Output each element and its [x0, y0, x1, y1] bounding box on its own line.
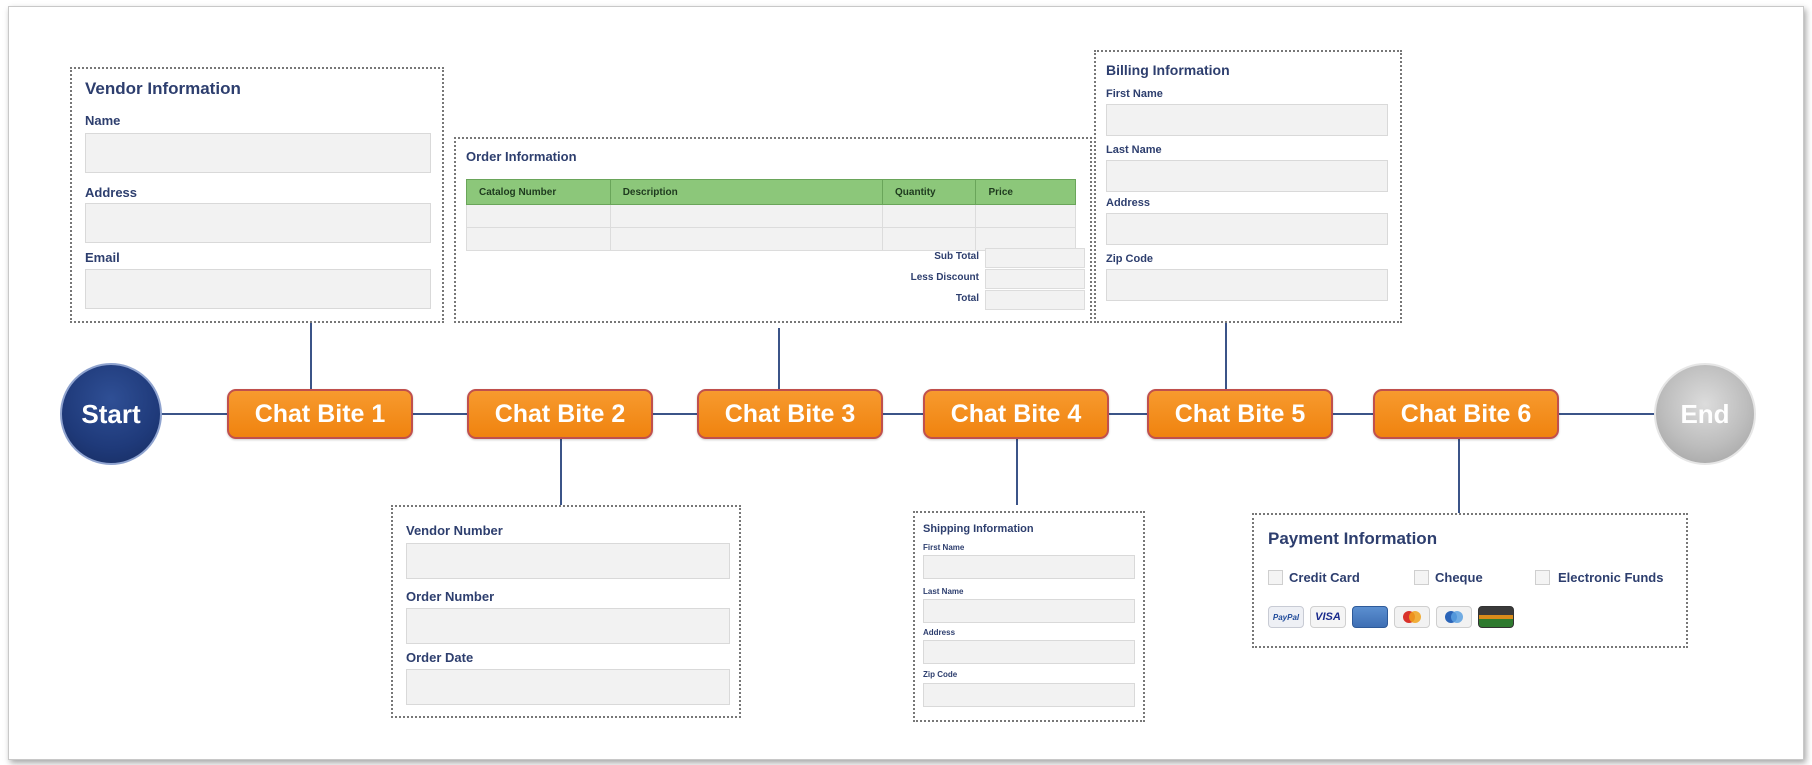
connector-bite-1 — [310, 323, 312, 391]
field-label: First Name — [1106, 88, 1163, 100]
chat-bite-5[interactable]: Chat Bite 5 — [1147, 389, 1333, 439]
electronic-funds-checkbox[interactable] — [1535, 570, 1550, 585]
table-cell[interactable] — [609, 227, 884, 251]
cheque-checkbox[interactable] — [1414, 570, 1429, 585]
visa-icon: VISA — [1310, 606, 1346, 628]
chat-bite-label: Chat Bite 3 — [724, 399, 856, 428]
field-label: Zip Code — [1106, 253, 1154, 265]
connector-bite-4 — [1016, 437, 1018, 505]
connector-bite-5 — [1225, 323, 1227, 391]
shipping-address-field[interactable] — [923, 640, 1135, 664]
vendor-address-field[interactable] — [85, 203, 431, 243]
field-label: Address — [923, 628, 956, 637]
order-ids-panel: Vendor Number Order Number Order Date — [391, 505, 741, 718]
card-label: VISA — [1315, 611, 1341, 623]
field-label: Address — [85, 185, 138, 200]
billing-address-field[interactable] — [1106, 213, 1388, 245]
paypal-icon: PayPal — [1268, 606, 1304, 628]
shipping-last-name-field[interactable] — [923, 599, 1135, 623]
column-header: Quantity — [882, 179, 977, 205]
billing-first-name-field[interactable] — [1106, 104, 1388, 136]
shipping-first-name-field[interactable] — [923, 555, 1135, 579]
less-discount-field[interactable] — [985, 269, 1085, 289]
table-cell[interactable] — [466, 204, 611, 228]
table-cell[interactable] — [609, 204, 884, 228]
panel-title: Billing Information — [1106, 62, 1230, 78]
connector-bite-3 — [778, 328, 780, 391]
order-date-field[interactable] — [406, 669, 730, 705]
billing-zip-code-field[interactable] — [1106, 269, 1388, 301]
cirrus-icon — [1436, 606, 1472, 628]
discover-icon — [1478, 606, 1514, 628]
field-label: Zip Code — [923, 670, 958, 679]
credit-card-checkbox[interactable] — [1268, 570, 1283, 585]
field-label: Vendor Number — [406, 523, 503, 538]
column-header: Price — [975, 179, 1076, 205]
field-label: Email — [85, 250, 120, 265]
diagram-frame: Start End Chat Bite 1 Chat Bite 2 Chat B… — [8, 6, 1804, 760]
billing-last-name-field[interactable] — [1106, 160, 1388, 192]
order-number-field[interactable] — [406, 608, 730, 644]
option-label: Electronic Funds — [1558, 570, 1664, 585]
mastercard-glyph — [1403, 611, 1421, 623]
field-label: Order Number — [406, 589, 495, 604]
chat-bite-label: Chat Bite 1 — [254, 399, 386, 428]
panel-title: Payment Information — [1268, 529, 1438, 548]
payment-information-panel: Payment Information Credit Card Cheque E… — [1252, 513, 1688, 648]
field-label: Last Name — [1106, 144, 1162, 156]
option-label: Cheque — [1435, 570, 1483, 585]
table-cell[interactable] — [466, 227, 611, 251]
column-header: Catalog Number — [466, 179, 611, 205]
chat-bite-label: Chat Bite 5 — [1174, 399, 1306, 428]
billing-information-panel: Billing Information First Name Last Name… — [1094, 50, 1402, 323]
field-label: Order Date — [406, 650, 474, 665]
field-label: Name — [85, 113, 121, 128]
connector-bite-2 — [560, 437, 562, 511]
order-information-panel: Order Information Catalog Number Descrip… — [454, 137, 1092, 323]
table-cell[interactable] — [882, 227, 977, 251]
order-table: Catalog Number Description Quantity Pric… — [466, 179, 1076, 251]
end-label: End — [1680, 398, 1730, 429]
sub-total-label: Sub Total — [934, 251, 979, 262]
mastercard-icon — [1394, 606, 1430, 628]
chat-bite-1[interactable]: Chat Bite 1 — [227, 389, 413, 439]
chat-bite-4[interactable]: Chat Bite 4 — [923, 389, 1109, 439]
table-cell[interactable] — [882, 204, 977, 228]
vendor-information-panel: Vendor Information Name Address Email — [70, 67, 444, 323]
vendor-number-field[interactable] — [406, 543, 730, 579]
field-label: Address — [1106, 197, 1151, 209]
order-table-header: Catalog Number Description Quantity Pric… — [466, 179, 1076, 205]
card-label: PayPal — [1272, 612, 1300, 622]
table-row — [466, 204, 1076, 228]
start-node[interactable]: Start — [60, 363, 162, 465]
column-header: Description — [609, 179, 884, 205]
total-label: Total — [955, 293, 979, 304]
cirrus-glyph — [1445, 611, 1463, 623]
start-label: Start — [81, 398, 141, 429]
connector-bite-6 — [1458, 437, 1460, 514]
panel-title: Shipping Information — [923, 523, 1034, 535]
amex-icon — [1352, 606, 1388, 628]
chat-bite-3[interactable]: Chat Bite 3 — [697, 389, 883, 439]
vendor-email-field[interactable] — [85, 269, 431, 309]
chat-bite-label: Chat Bite 2 — [494, 399, 626, 428]
shipping-information-panel: Shipping Information First Name Last Nam… — [913, 511, 1145, 722]
shipping-zip-code-field[interactable] — [923, 683, 1135, 707]
option-label: Credit Card — [1289, 570, 1360, 585]
table-cell[interactable] — [975, 204, 1076, 228]
chat-bite-label: Chat Bite 6 — [1400, 399, 1532, 428]
field-label: Last Name — [923, 587, 964, 596]
chat-bite-label: Chat Bite 4 — [950, 399, 1082, 428]
vendor-name-field[interactable] — [85, 133, 431, 173]
end-node[interactable]: End — [1654, 363, 1756, 465]
chat-bite-2[interactable]: Chat Bite 2 — [467, 389, 653, 439]
field-label: First Name — [923, 543, 965, 552]
chat-bite-6[interactable]: Chat Bite 6 — [1373, 389, 1559, 439]
total-field[interactable] — [985, 290, 1085, 310]
less-discount-label: Less Discount — [910, 272, 979, 283]
panel-title: Vendor Information — [85, 79, 241, 98]
panel-title: Order Information — [466, 149, 577, 164]
sub-total-field[interactable] — [985, 248, 1085, 268]
